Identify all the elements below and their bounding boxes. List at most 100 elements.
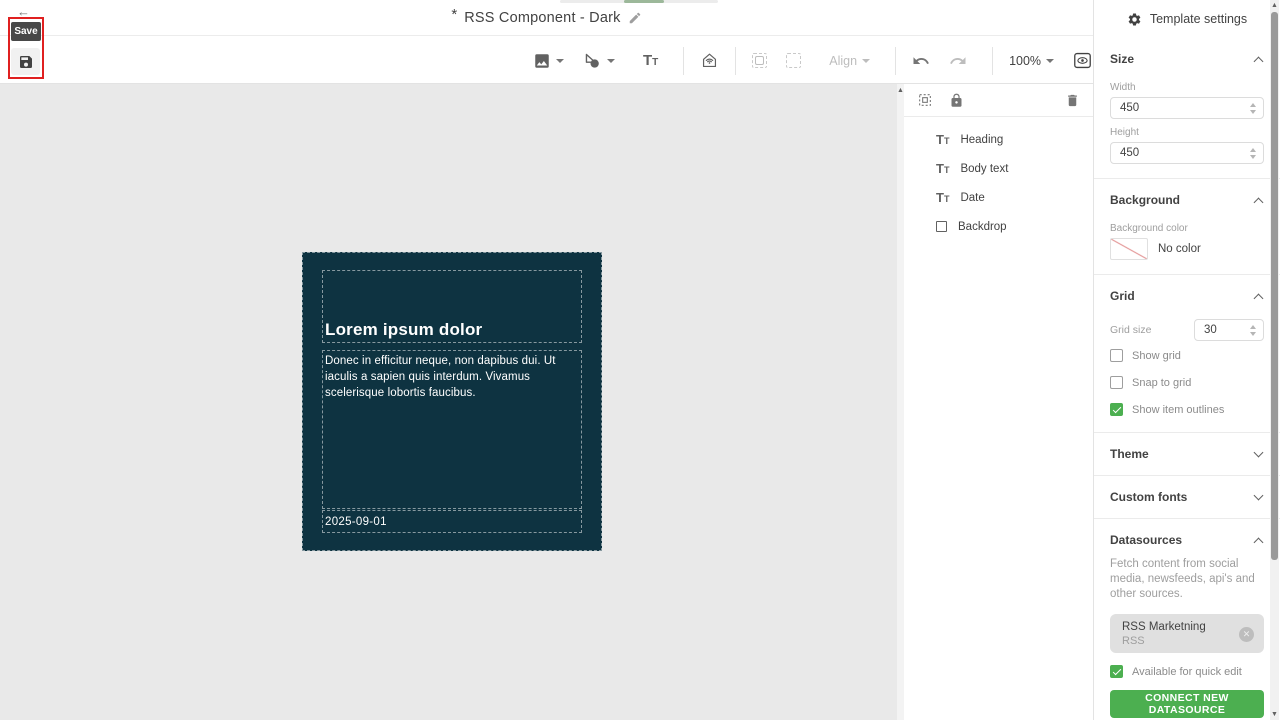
insert-app-button[interactable] [695, 47, 724, 74]
section-datasources-header[interactable]: Datasources [1094, 533, 1280, 547]
insert-image-button[interactable] [528, 48, 569, 74]
image-icon [533, 52, 551, 70]
undo-button[interactable] [907, 48, 935, 74]
show-item-outlines-checkbox[interactable] [1110, 403, 1123, 416]
height-value: 450 [1120, 147, 1140, 159]
preview-eye-icon [1073, 52, 1092, 69]
scroll-up-arrow-icon[interactable]: ▲ [897, 87, 904, 94]
section-size-header[interactable]: Size [1094, 52, 1280, 66]
save-tooltip: Save [11, 22, 41, 41]
group-items-icon[interactable] [917, 92, 933, 108]
redo-button[interactable] [944, 48, 972, 74]
section-divider [1094, 178, 1280, 179]
section-background-header[interactable]: Background [1094, 193, 1280, 207]
width-label: Width [1110, 82, 1136, 93]
chevron-down-icon [1253, 447, 1264, 458]
edit-title-icon[interactable] [628, 11, 642, 25]
width-input[interactable]: 450 [1110, 97, 1264, 119]
connect-new-datasource-button[interactable]: CONNECT NEW DATASOURCE [1110, 690, 1264, 718]
layer-item-backdrop[interactable]: Backdrop [904, 212, 1093, 241]
template-editor-app: * RSS Component - Dark ← Save TT Align 1… [0, 0, 1280, 720]
height-input[interactable]: 450 [1110, 142, 1264, 164]
datasources-description: Fetch content from social media, newsfee… [1110, 558, 1255, 600]
heading-item[interactable]: Lorem ipsum dolor [322, 270, 582, 343]
chevron-up-icon [1253, 293, 1264, 303]
close-icon[interactable]: ✕ [1239, 626, 1254, 642]
square-icon [936, 221, 947, 232]
section-divider [1094, 432, 1280, 433]
text-icon: TT [936, 132, 950, 147]
card-date-text: 2025-09-01 [325, 515, 387, 528]
datasource-type: RSS [1122, 635, 1145, 647]
section-title: Size [1110, 52, 1135, 66]
card-heading-text: Lorem ipsum dolor [325, 320, 483, 339]
group-button[interactable] [747, 49, 772, 72]
grid-size-value: 30 [1204, 324, 1217, 336]
datasource-chip[interactable]: RSS Marketning RSS ✕ [1110, 614, 1264, 653]
snap-to-grid-checkbox-row[interactable]: Snap to grid [1110, 376, 1264, 389]
date-item[interactable]: 2025-09-01 [322, 510, 582, 533]
template-settings-panel: Template settings Size Width 450 Height … [1093, 0, 1280, 720]
align-label: Align [829, 53, 858, 68]
shapes-icon [583, 51, 602, 70]
group-selection-icon [752, 53, 768, 68]
canvas-vertical-scrollbar[interactable]: ▲ [897, 84, 904, 720]
section-custom-fonts-header[interactable]: Custom fonts [1094, 490, 1280, 504]
text-icon: TT [936, 190, 950, 205]
page-title: RSS Component - Dark [464, 9, 621, 26]
redo-icon [949, 52, 967, 70]
section-grid-header[interactable]: Grid [1094, 289, 1280, 303]
scroll-up-arrow-icon[interactable]: ▲ [1270, 2, 1279, 9]
no-color-label: No color [1158, 243, 1201, 255]
design-canvas[interactable]: Lorem ipsum dolor Donec in efficitur neq… [0, 84, 897, 720]
zoom-level: 100% [1009, 53, 1042, 68]
card-body-text: Donec in efficitur neque, non dapibus du… [325, 355, 556, 399]
snap-to-grid-checkbox[interactable] [1110, 376, 1123, 389]
scroll-down-arrow-icon[interactable]: ▼ [1270, 711, 1279, 718]
checkbox-label: Available for quick edit [1132, 665, 1242, 678]
show-grid-checkbox-row[interactable]: Show grid [1110, 349, 1264, 362]
undo-icon [912, 52, 930, 70]
show-grid-checkbox[interactable] [1110, 349, 1123, 362]
layer-label: Backdrop [958, 220, 1007, 233]
layer-item-heading[interactable]: TT Heading [904, 125, 1093, 154]
insert-shape-button[interactable] [578, 47, 620, 74]
stepper-arrows-icon[interactable] [1250, 102, 1256, 114]
lock-icon[interactable] [949, 93, 964, 108]
section-theme-header[interactable]: Theme [1094, 447, 1280, 461]
no-color-swatch[interactable] [1110, 238, 1148, 260]
app-widget-icon [700, 51, 719, 70]
show-item-outlines-checkbox-row[interactable]: Show item outlines [1110, 403, 1264, 416]
stepper-arrows-icon[interactable] [1250, 324, 1256, 336]
section-title: Custom fonts [1110, 490, 1188, 504]
zoom-dropdown[interactable]: 100% [1004, 50, 1059, 72]
width-value: 450 [1120, 102, 1140, 114]
chevron-down-icon [607, 58, 615, 63]
chevron-up-icon [1253, 537, 1264, 547]
save-button[interactable] [11, 48, 40, 75]
settings-panel-title: Template settings [1149, 12, 1248, 26]
stepper-arrows-icon[interactable] [1250, 147, 1256, 159]
template-card[interactable]: Lorem ipsum dolor Donec in efficitur neq… [302, 252, 602, 551]
quick-edit-checkbox-row[interactable]: Available for quick edit [1110, 665, 1264, 678]
layer-item-body-text[interactable]: TT Body text [904, 154, 1093, 183]
chevron-down-icon [1253, 490, 1264, 501]
insert-text-button[interactable]: TT [638, 48, 663, 73]
scroll-progress-thumb[interactable] [624, 0, 664, 3]
scrollbar-thumb[interactable] [1271, 12, 1278, 560]
align-dropdown[interactable]: Align [824, 50, 875, 72]
section-divider [1094, 518, 1280, 519]
datasource-chip-texts: RSS Marketning RSS [1122, 621, 1239, 647]
section-title: Theme [1110, 447, 1149, 461]
grid-size-input[interactable]: 30 [1194, 319, 1264, 341]
trash-icon[interactable] [1065, 93, 1080, 108]
datasource-name: RSS Marketning [1122, 621, 1206, 633]
marquee-select-button[interactable] [781, 49, 806, 72]
settings-scrollbar[interactable]: ▲ ▼ [1270, 0, 1279, 720]
layer-item-date[interactable]: TT Date [904, 183, 1093, 212]
body-text-item[interactable]: Donec in efficitur neque, non dapibus du… [322, 350, 582, 509]
gear-icon [1127, 12, 1142, 27]
save-icon [18, 54, 34, 70]
layers-panel-toolbar [904, 84, 1093, 117]
quick-edit-checkbox[interactable] [1110, 665, 1123, 678]
